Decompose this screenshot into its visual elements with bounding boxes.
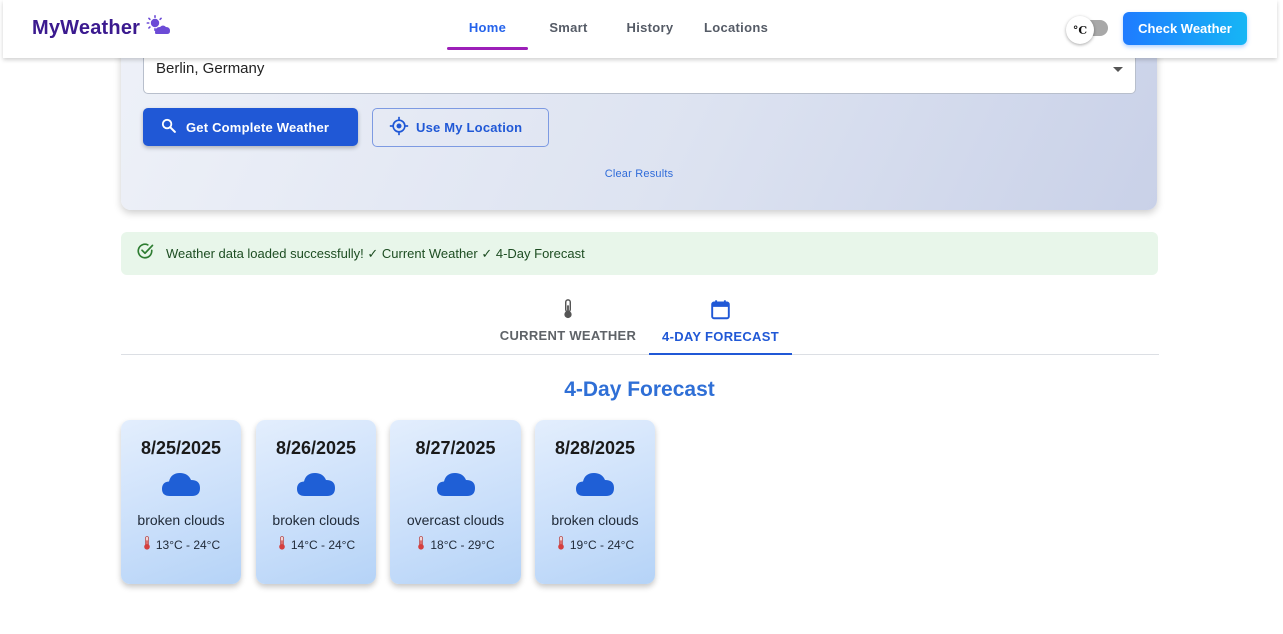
tab-active-indicator bbox=[649, 353, 792, 355]
thermometer-icon bbox=[416, 536, 426, 553]
nav-tab-home[interactable]: Home bbox=[447, 0, 528, 50]
forecast-description: broken clouds bbox=[272, 512, 360, 528]
nav-tab-label: Smart bbox=[549, 20, 588, 35]
check-circle-icon bbox=[136, 242, 154, 265]
forecast-card: 8/25/2025 broken clouds 13°C - 24°C bbox=[121, 420, 241, 584]
forecast-description: broken clouds bbox=[137, 512, 225, 528]
forecast-temp-range: 18°C - 29°C bbox=[390, 536, 521, 553]
calendar-icon bbox=[710, 299, 731, 323]
use-my-location-label: Use My Location bbox=[416, 120, 523, 135]
main-nav: Home Smart History Locations bbox=[447, 0, 783, 58]
cloud-icon bbox=[535, 471, 655, 501]
thermometer-icon bbox=[556, 536, 566, 553]
forecast-date: 8/28/2025 bbox=[554, 438, 636, 458]
forecast-temp-range: 13°C - 24°C bbox=[121, 536, 241, 553]
unit-toggle[interactable]: °C bbox=[1066, 16, 1110, 44]
success-alert: Weather data loaded successfully! ✓ Curr… bbox=[121, 232, 1158, 275]
use-my-location-button[interactable]: Use My Location bbox=[372, 108, 549, 147]
forecast-title: 4-Day Forecast bbox=[564, 378, 715, 401]
location-value: Berlin, Germany bbox=[156, 60, 265, 77]
nav-tab-label: Locations bbox=[704, 20, 769, 35]
cloud-icon bbox=[390, 471, 521, 501]
cloud-icon bbox=[256, 471, 376, 501]
forecast-date: 8/25/2025 bbox=[140, 438, 222, 458]
forecast-temp: 13°C - 24°C bbox=[155, 537, 221, 552]
forecast-temp-range: 19°C - 24°C bbox=[535, 536, 655, 553]
search-icon bbox=[160, 117, 177, 137]
chevron-down-icon bbox=[1113, 67, 1123, 72]
thermometer-icon bbox=[277, 536, 287, 553]
check-weather-button[interactable]: Check Weather bbox=[1123, 12, 1247, 45]
nav-tab-history[interactable]: History bbox=[609, 0, 691, 50]
forecast-temp: 18°C - 29°C bbox=[430, 537, 495, 552]
forecast-date: 8/27/2025 bbox=[415, 438, 496, 458]
nav-tab-label: Home bbox=[468, 20, 507, 35]
cloud-sun-icon bbox=[146, 15, 171, 42]
alert-message: Weather data loaded successfully! ✓ Curr… bbox=[166, 245, 585, 261]
forecast-temp-range: 14°C - 24°C bbox=[256, 536, 376, 553]
app-header: MyWeather Home Smart History Locations °… bbox=[3, 0, 1277, 58]
nav-tab-smart[interactable]: Smart bbox=[528, 0, 609, 50]
get-complete-weather-label: Get Complete Weather bbox=[186, 119, 330, 135]
forecast-description: overcast clouds bbox=[406, 512, 505, 528]
forecast-card: 8/26/2025 broken clouds 14°C - 24°C bbox=[256, 420, 376, 584]
thermometer-icon bbox=[142, 536, 152, 553]
nav-tab-locations[interactable]: Locations bbox=[691, 0, 783, 50]
tab-label: 4-DAY FORECAST bbox=[662, 329, 779, 344]
crosshair-icon bbox=[389, 116, 409, 139]
forecast-date: 8/26/2025 bbox=[275, 438, 357, 458]
forecast-card: 8/27/2025 overcast clouds 18°C - 29°C bbox=[390, 420, 521, 584]
cloud-icon bbox=[121, 471, 241, 501]
nav-tab-label: History bbox=[626, 20, 674, 35]
tab-current-weather[interactable]: CURRENT WEATHER bbox=[491, 299, 645, 354]
get-complete-weather-button[interactable]: Get Complete Weather bbox=[143, 108, 358, 146]
clear-results-label: Clear Results bbox=[604, 168, 674, 180]
tab-label: CURRENT WEATHER bbox=[499, 328, 637, 343]
weather-tabs: CURRENT WEATHER 4-DAY FORECAST bbox=[121, 290, 1159, 355]
forecast-description: broken clouds bbox=[551, 512, 639, 528]
toggle-knob: °C bbox=[1066, 16, 1094, 44]
forecast-temp: 19°C - 24°C bbox=[569, 537, 635, 552]
brand[interactable]: MyWeather bbox=[32, 15, 171, 42]
clear-results-link[interactable]: Clear Results bbox=[121, 168, 1157, 180]
forecast-card: 8/28/2025 broken clouds 19°C - 24°C bbox=[535, 420, 655, 584]
tab-4-day-forecast[interactable]: 4-DAY FORECAST bbox=[649, 299, 792, 354]
thermometer-icon bbox=[562, 299, 574, 322]
nav-active-indicator bbox=[447, 47, 528, 50]
brand-title: MyWeather bbox=[32, 17, 141, 39]
forecast-temp: 14°C - 24°C bbox=[290, 537, 356, 552]
